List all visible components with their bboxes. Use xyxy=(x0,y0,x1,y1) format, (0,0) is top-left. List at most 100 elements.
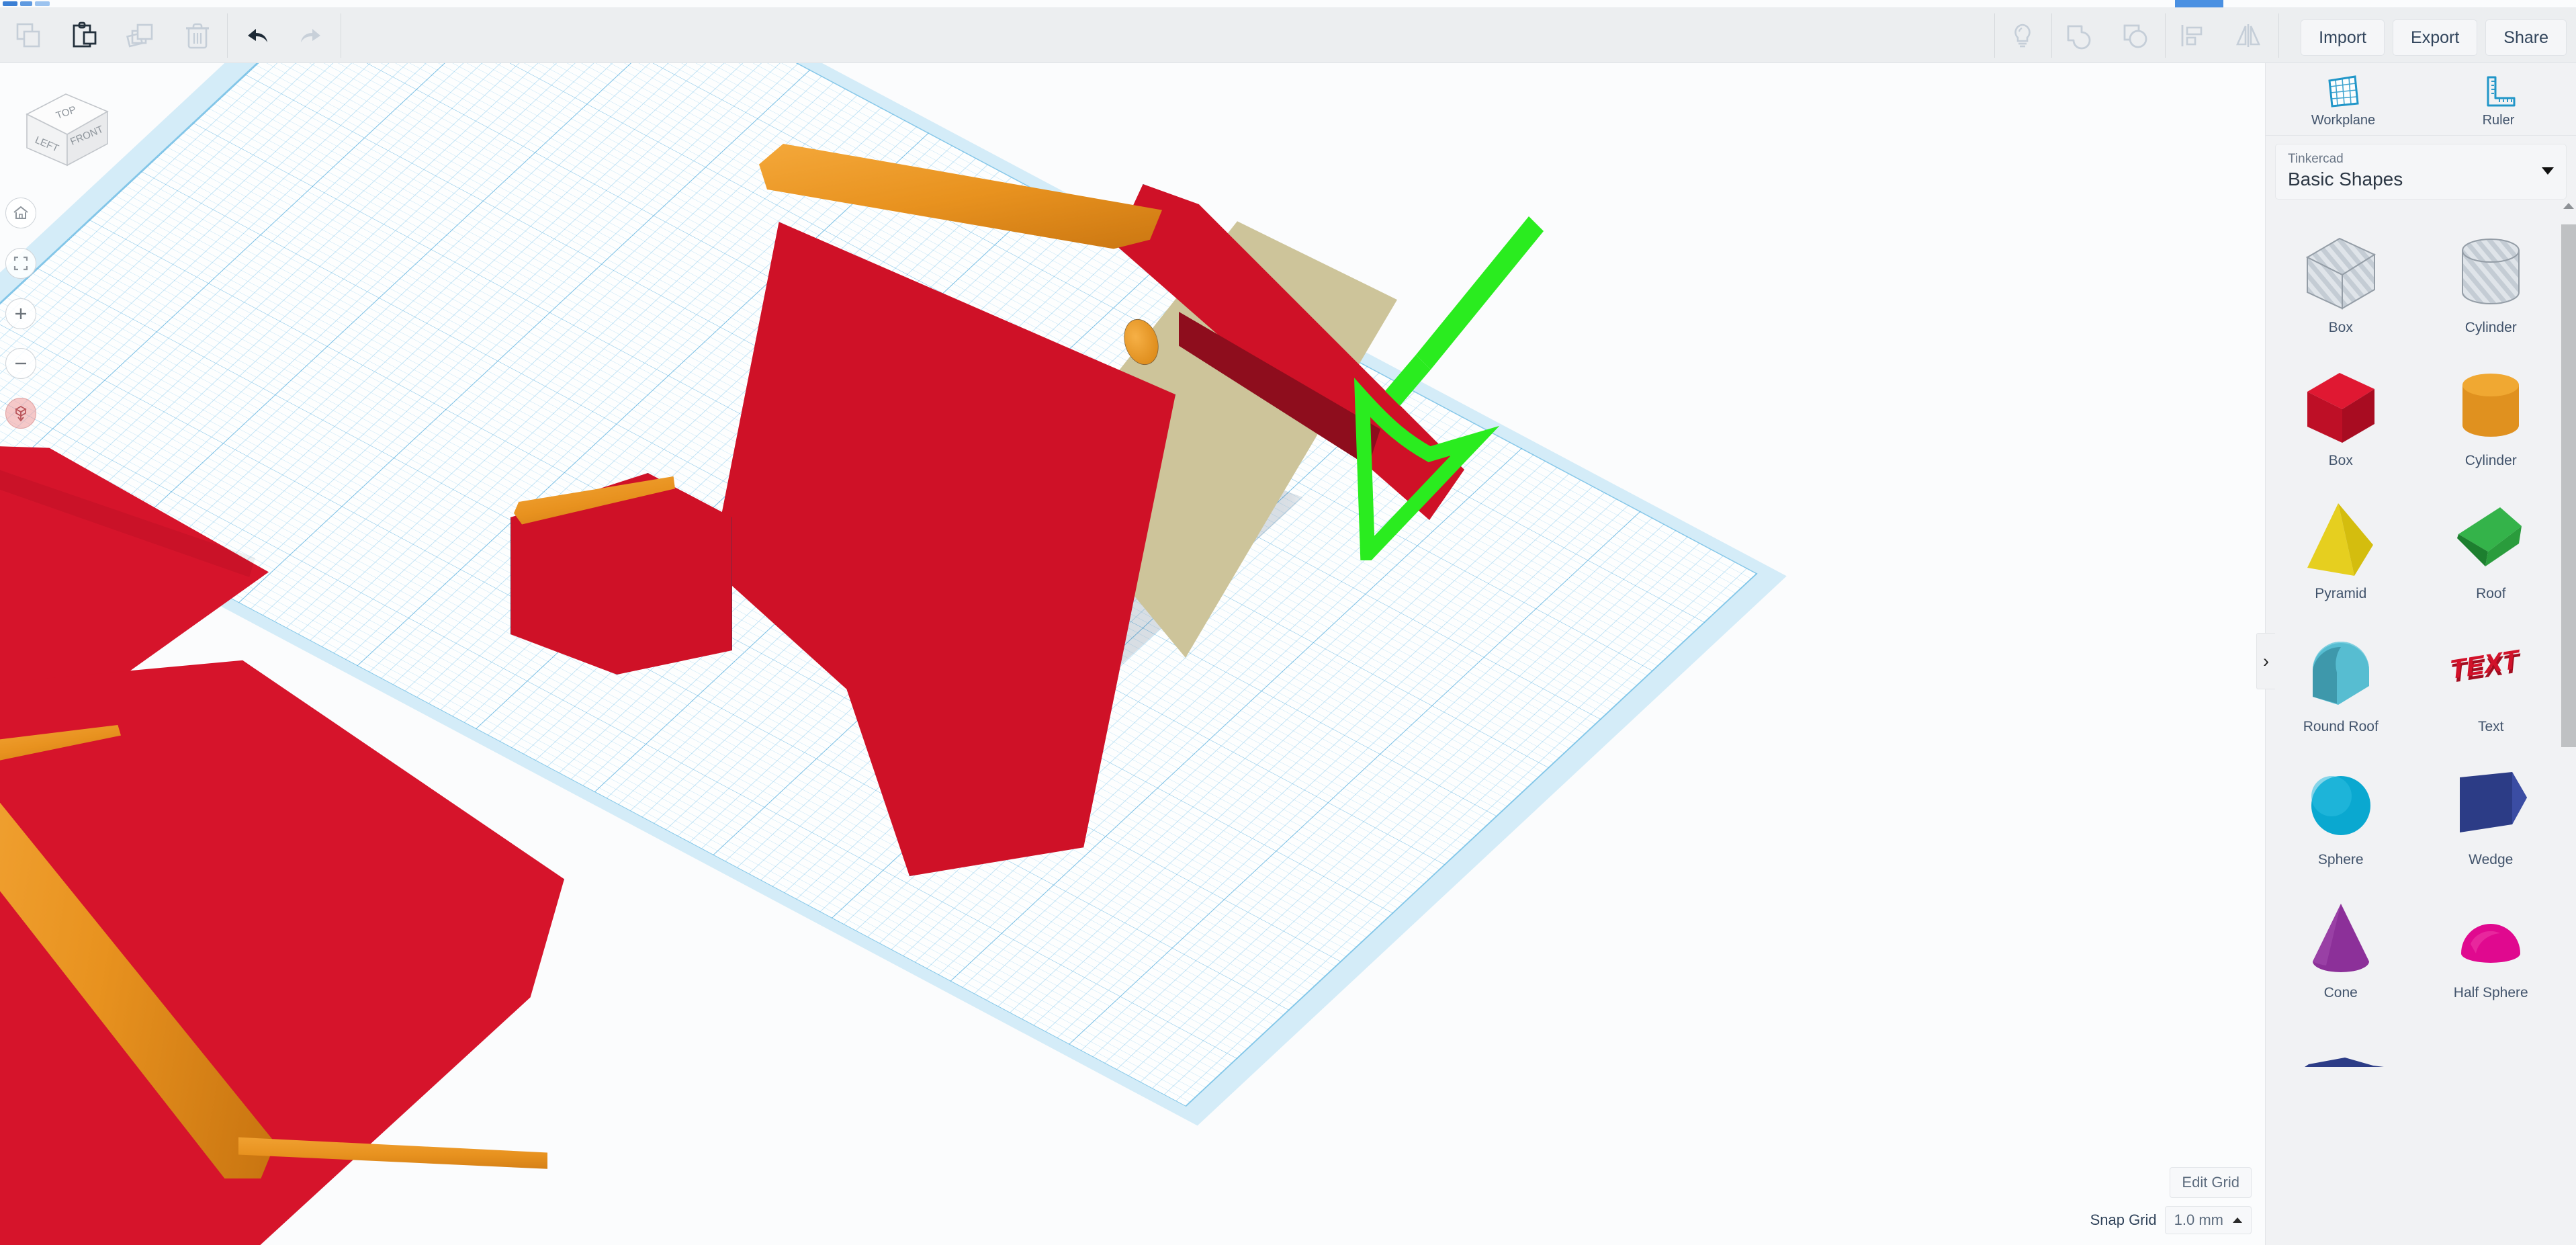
home-view-button[interactable] xyxy=(5,198,36,228)
copy-button[interactable] xyxy=(0,8,56,63)
box-solid-art xyxy=(2298,361,2384,452)
shape-label: Cylinder xyxy=(2464,453,2517,468)
toolbar-right-group xyxy=(1994,8,2279,63)
redo-button[interactable] xyxy=(284,8,341,63)
top-toolbar: Import Export Share xyxy=(0,8,2576,63)
shape-item-box-hole[interactable]: Box xyxy=(2266,224,2416,357)
redo-icon xyxy=(301,29,320,42)
ungroup-icon xyxy=(2123,24,2147,48)
grid-controls: Edit Grid Snap Grid 1.0 mm xyxy=(2090,1167,2252,1234)
sidebar-tools-row: Workplane Ruler xyxy=(2266,63,2576,136)
zoom-out-button[interactable] xyxy=(5,348,36,379)
cone-art xyxy=(2298,894,2384,984)
ungroup-button[interactable] xyxy=(2107,8,2164,63)
shape-item-half-sphere[interactable]: Half Sphere xyxy=(2416,890,2567,1023)
shape-item-roof[interactable]: Roof xyxy=(2416,490,2567,624)
workplane-tool-label: Workplane xyxy=(2311,113,2376,128)
group-button[interactable] xyxy=(2051,8,2107,63)
shape-item-box[interactable]: Box xyxy=(2266,357,2416,490)
half-sphere-art xyxy=(2448,894,2534,984)
home-icon xyxy=(13,206,28,219)
text-3d-icon: TEXT TEXT xyxy=(2449,643,2522,689)
cone-icon xyxy=(2312,904,2369,972)
ruler-tool[interactable]: Ruler xyxy=(2421,63,2576,135)
box-hatched-art xyxy=(2298,228,2384,318)
export-button[interactable]: Export xyxy=(2393,19,2478,56)
round-roof-icon xyxy=(2312,642,2369,705)
shape-item-cone[interactable]: Cone xyxy=(2266,890,2416,1023)
duplicate-button[interactable] xyxy=(113,8,169,63)
shape-item-pyramid[interactable]: Pyramid xyxy=(2266,490,2416,624)
paste-icon xyxy=(73,22,97,48)
sidebar-collapse-toggle[interactable]: › xyxy=(2256,633,2275,689)
box-solid-icon xyxy=(2307,373,2374,443)
tab-indicator-c xyxy=(35,1,50,6)
cylinder-hatched-art xyxy=(2448,228,2534,318)
edit-grid-button[interactable]: Edit Grid xyxy=(2170,1167,2252,1198)
flat-view-icon xyxy=(15,406,27,422)
shape-item-wedge[interactable]: Wedge xyxy=(2416,757,2567,890)
roof-icon xyxy=(2457,507,2522,566)
delete-button[interactable] xyxy=(169,8,226,63)
snap-grid-label: Snap Grid xyxy=(2090,1211,2157,1228)
shape-item-text[interactable]: TEXT TEXT Text xyxy=(2416,624,2567,757)
roof-art xyxy=(2448,495,2534,585)
caret-up-icon xyxy=(2233,1217,2242,1223)
scroll-up-arrow-icon[interactable] xyxy=(2563,203,2574,209)
ruler-tool-label: Ruler xyxy=(2482,113,2515,128)
minus-icon xyxy=(15,362,26,365)
view-cube-icon[interactable]: TOP LEFT FRONT xyxy=(12,83,120,174)
action-button-group: Import Export Share xyxy=(2301,19,2567,56)
pyramid-art xyxy=(2298,495,2384,585)
plus-icon xyxy=(15,308,26,319)
3d-viewport[interactable]: TOP LEFT FRONT Edit Grid Snap Grid 1.0 m… xyxy=(0,63,2265,1245)
shape-item-sphere[interactable]: Sphere xyxy=(2266,757,2416,890)
shape-label: Pyramid xyxy=(2315,586,2367,601)
shape-item-partial[interactable] xyxy=(2266,1023,2416,1067)
undo-icon xyxy=(248,29,267,42)
shape-label: Half Sphere xyxy=(2453,985,2528,1000)
snap-grid-row: Snap Grid 1.0 mm xyxy=(2090,1206,2252,1234)
sidebar-scrollbar-track[interactable] xyxy=(2561,216,2576,1245)
pyramid-icon xyxy=(2307,503,2373,576)
undo-button[interactable] xyxy=(228,8,284,63)
duplicate-icon xyxy=(126,24,153,48)
shape-item-round-roof[interactable]: Round Roof xyxy=(2266,624,2416,757)
lightbulb-icon xyxy=(2014,24,2031,48)
shape-label: Cylinder xyxy=(2464,320,2517,335)
import-button[interactable]: Import xyxy=(2301,19,2385,56)
shape-grid: Box Cylinder Box Cylinder Pyramid Roof R… xyxy=(2266,219,2566,1245)
paste-button[interactable] xyxy=(56,8,113,63)
shape-item-cylinder[interactable]: Cylinder xyxy=(2416,357,2567,490)
toolbar-divider-6 xyxy=(2278,13,2279,58)
align-icon xyxy=(2181,25,2203,46)
cylinder-hatched-icon xyxy=(2462,239,2520,304)
sphere-art xyxy=(2298,761,2384,851)
chevron-down-icon xyxy=(2542,167,2554,175)
fit-view-button[interactable] xyxy=(5,248,36,279)
group-icon xyxy=(2067,25,2091,50)
workplane-tool[interactable]: Workplane xyxy=(2266,63,2421,135)
share-button[interactable]: Share xyxy=(2485,19,2567,56)
text-art: TEXT TEXT xyxy=(2448,628,2534,718)
sidebar-scrollbar-thumb[interactable] xyxy=(2561,224,2576,747)
trash-icon xyxy=(186,23,209,49)
sphere-icon xyxy=(2311,776,2370,835)
snap-grid-select[interactable]: 1.0 mm xyxy=(2164,1206,2252,1234)
zoom-in-button[interactable] xyxy=(5,298,36,329)
shape-item-cylinder-hole[interactable]: Cylinder xyxy=(2416,224,2567,357)
toolbar-divider-5 xyxy=(2165,13,2166,58)
copy-icon xyxy=(16,23,40,48)
view-cube[interactable]: TOP LEFT FRONT xyxy=(12,83,120,174)
align-button[interactable] xyxy=(2164,8,2220,63)
round-roof-art xyxy=(2298,628,2384,718)
wedge-icon xyxy=(2460,772,2528,832)
shape-label: Box xyxy=(2328,320,2353,335)
flat-view-button[interactable] xyxy=(5,398,36,429)
shape-label: Round Roof xyxy=(2303,719,2379,734)
shape-library-kicker: Tinkercad xyxy=(2288,152,2344,166)
mirror-button[interactable] xyxy=(2220,8,2276,63)
light-button[interactable] xyxy=(1994,8,2051,63)
box-hatched-icon xyxy=(2305,237,2376,310)
shape-library-dropdown[interactable]: Tinkercad Basic Shapes xyxy=(2275,144,2567,200)
